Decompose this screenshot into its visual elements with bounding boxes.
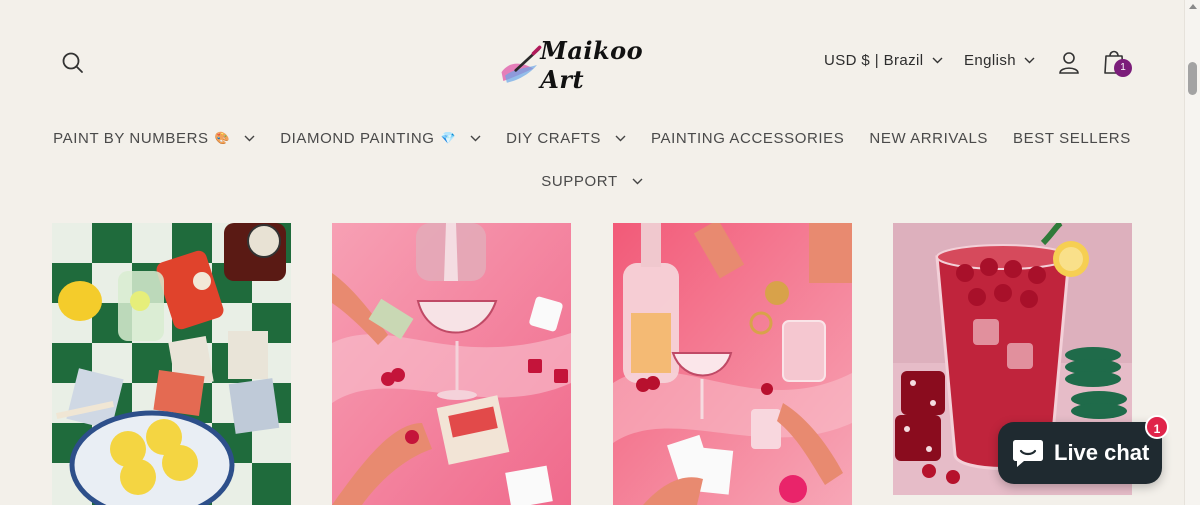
currency-label: USD $ | Brazil [824,52,924,69]
chevron-down-icon [470,135,481,141]
scrollbar-thumb[interactable] [1188,62,1197,95]
nav-item-label: NEW ARRIVALS [869,129,989,147]
page-scrollbar[interactable] [1184,0,1200,505]
scroll-up-arrow-icon[interactable] [1189,4,1197,9]
product-image [332,223,571,505]
nav-item-label: BEST SELLERS [1013,129,1131,147]
main-navigation: PAINT BY NUMBERS 🎨 DIAMOND PAINTING 💎 DI… [0,120,1184,199]
search-icon[interactable] [60,50,86,76]
logo-text: Maikoo Art [540,36,644,94]
chevron-down-icon [1024,57,1035,64]
nav-item-paint-by-numbers[interactable]: PAINT BY NUMBERS 🎨 [53,130,255,147]
currency-selector[interactable]: USD $ | Brazil [824,52,943,69]
nav-item-support[interactable]: SUPPORT [541,172,643,190]
product-image [613,223,852,505]
product-image [52,223,291,505]
chevron-down-icon [615,135,626,141]
chevron-down-icon [244,135,255,141]
nav-item-painting-accessories[interactable]: PAINTING ACCESSORIES [651,130,844,147]
live-chat-button[interactable]: Live chat [998,422,1162,484]
product-card[interactable] [613,223,852,505]
chevron-down-icon [632,178,643,184]
nav-item-label: SUPPORT [541,172,618,190]
nav-item-diamond-painting[interactable]: DIAMOND PAINTING 💎 [280,130,481,147]
nav-item-label: PAINTING ACCESSORIES [650,129,845,147]
product-card[interactable] [332,223,571,505]
nav-row-secondary: SUPPORT [0,163,1184,199]
nav-item-best-sellers[interactable]: BEST SELLERS [1013,130,1131,147]
palette-icon: 🎨 [214,131,231,145]
gem-icon: 💎 [440,131,457,145]
nav-item-label: DIY CRAFTS [506,129,601,147]
live-chat-label: Live chat [1054,440,1150,465]
chevron-down-icon [932,57,943,64]
product-card[interactable] [52,223,291,505]
chat-notification-badge: 1 [1145,415,1169,439]
nav-row-primary: PAINT BY NUMBERS 🎨 DIAMOND PAINTING 💎 DI… [0,120,1184,156]
nav-item-label: PAINT BY NUMBERS [53,129,209,147]
cart-count-badge: 1 [1114,59,1132,77]
nav-item-new-arrivals[interactable]: NEW ARRIVALS [869,130,988,147]
nav-item-diy-crafts[interactable]: DIY CRAFTS [506,130,626,147]
nav-item-label: DIAMOND PAINTING [280,129,435,147]
chat-bubble-icon [1013,440,1043,467]
site-logo[interactable]: Maikoo Art [498,36,678,94]
logo-brush-icon [501,45,542,83]
site-header: Maikoo Art USD $ | Brazil English 1 [0,0,1184,110]
language-label: English [964,52,1016,69]
language-selector[interactable]: English [964,52,1035,69]
account-icon[interactable] [1057,50,1081,76]
